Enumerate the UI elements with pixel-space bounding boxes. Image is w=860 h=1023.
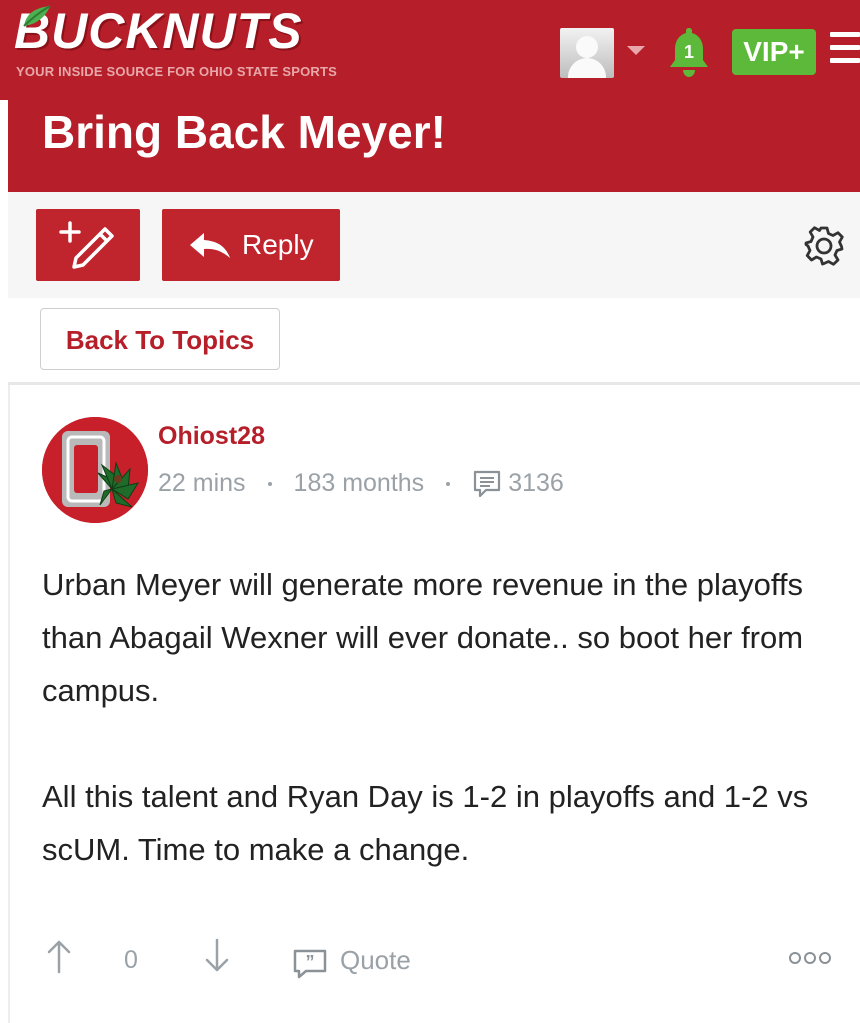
- separator-dot: [446, 482, 451, 487]
- site-header: BUCKNUTS YOUR INSIDE SOURCE FOR OHIO STA…: [0, 0, 860, 192]
- post-count: 3136: [508, 469, 564, 497]
- upvote-arrow-icon[interactable]: [44, 936, 74, 976]
- buckeye-leaf-icon: [23, 5, 51, 27]
- comments-icon: [474, 471, 501, 498]
- quote-icon[interactable]: ”: [292, 948, 328, 980]
- chevron-down-icon[interactable]: [627, 46, 645, 55]
- reply-button[interactable]: Reply: [162, 209, 340, 281]
- reply-label: Reply: [242, 229, 314, 260]
- bell-icon: 1: [670, 28, 708, 77]
- post-left-border: [8, 385, 10, 1023]
- user-avatar[interactable]: [560, 28, 614, 78]
- logo-wordmark: BUCKNUTS: [14, 3, 303, 59]
- thread-title: Bring Back Meyer!: [42, 106, 446, 158]
- logo-tagline: YOUR INSIDE SOURCE FOR OHIO STATE SPORTS: [16, 64, 337, 79]
- notification-count: 1: [684, 42, 694, 62]
- notifications-bell[interactable]: 1: [666, 24, 712, 78]
- separator-dot: [267, 482, 272, 487]
- post-paragraph: Urban Meyer will generate more revenue i…: [42, 567, 804, 708]
- gear-icon: [804, 226, 844, 266]
- post-author-name[interactable]: Ohiost28: [158, 420, 265, 452]
- add-edit-icon: [59, 221, 114, 269]
- post-time[interactable]: 22 mins: [158, 469, 246, 497]
- quote-button[interactable]: Quote: [340, 945, 411, 976]
- hamburger-menu-icon[interactable]: [830, 32, 860, 72]
- back-to-topics-button[interactable]: Back To Topics: [40, 308, 280, 370]
- vote-count: 0: [124, 946, 138, 974]
- post-author-avatar[interactable]: [42, 417, 148, 523]
- post-paragraph: All this talent and Ryan Day is 1-2 in p…: [42, 779, 809, 867]
- header-edge: [0, 100, 8, 192]
- reply-arrow-icon: [190, 233, 230, 258]
- vip-badge[interactable]: VIP+: [732, 29, 816, 75]
- block-o-logo-icon: [42, 417, 148, 523]
- post-meta: 22 mins 183 months 3136: [158, 466, 564, 500]
- post-actions: 0 ” Quote: [0, 936, 860, 988]
- svg-text:”: ”: [306, 952, 315, 972]
- member-duration: 183 months: [293, 469, 425, 497]
- post-content: Urban Meyer will generate more revenue i…: [42, 558, 842, 876]
- section-divider: [8, 382, 860, 385]
- thread-settings-button[interactable]: [802, 224, 846, 273]
- downvote-arrow-icon[interactable]: [202, 936, 232, 976]
- new-topic-button[interactable]: [36, 209, 140, 281]
- site-logo[interactable]: BUCKNUTS YOUR INSIDE SOURCE FOR OHIO STA…: [14, 3, 337, 79]
- more-options-icon[interactable]: [788, 950, 832, 966]
